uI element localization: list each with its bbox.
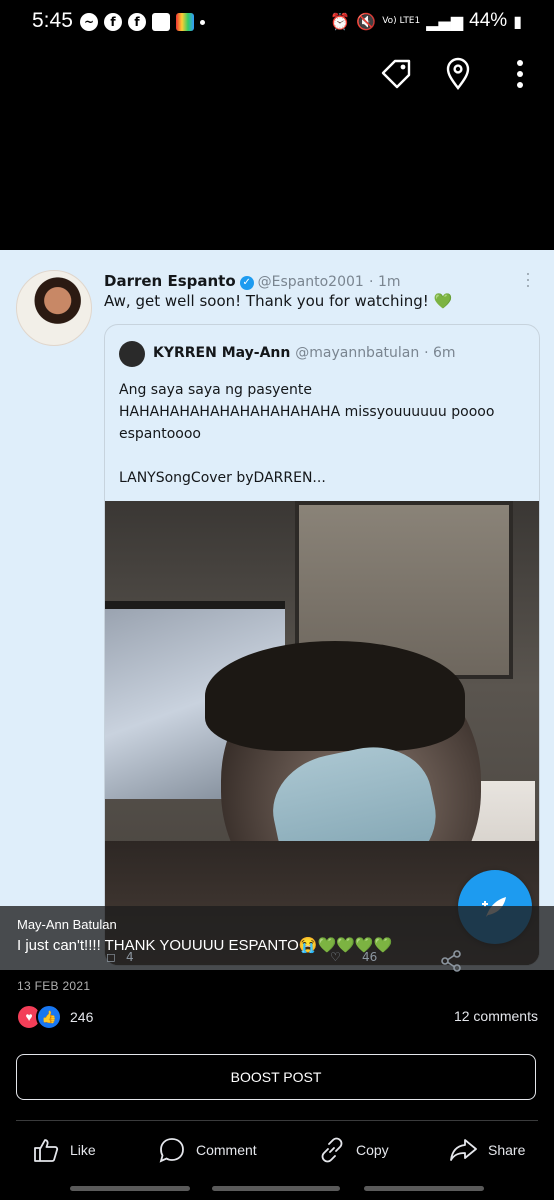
tweet-text-emoji: 💚	[433, 292, 453, 310]
comment-icon	[159, 1138, 184, 1163]
tweet-text: Aw, get well soon! Thank you for watchin…	[104, 292, 452, 310]
nav-handle-center	[212, 1186, 340, 1191]
copy-link-icon	[321, 1137, 343, 1163]
tweet-handle: @Espanto2001	[257, 274, 364, 290]
tweet-more-icon: · · ·	[525, 263, 531, 295]
battery-icon: ▮	[513, 11, 522, 31]
quote-header: KYRREN May-Ann @mayannbatulan · 6m	[153, 345, 456, 361]
location-icon[interactable]	[440, 56, 476, 92]
more-notifications-dot	[200, 19, 205, 25]
tweet-text-body: Aw, get well soon! Thank you for watchin…	[104, 292, 434, 310]
quote-handle: @mayannbatulan	[295, 345, 420, 361]
avatar	[16, 270, 92, 346]
share-label: Share	[488, 1142, 526, 1158]
quote-age: · 6m	[424, 345, 456, 361]
quoted-tweet: KYRREN May-Ann @mayannbatulan · 6m Ang s…	[104, 324, 540, 966]
comment-label: Comment	[196, 1142, 257, 1158]
post-caption: I just can't!!!! THANK YOUUUU ESPANTO😭💚💚…	[17, 937, 393, 954]
comment-button[interactable]: Comment	[158, 1134, 257, 1166]
quote-text: Ang saya saya ng pasyente HAHAHAHAHAHAHA…	[119, 382, 495, 486]
boost-post-button[interactable]: BOOST POST	[16, 1054, 536, 1100]
share-button[interactable]: Share	[448, 1134, 525, 1166]
system-icons: ⏰ 🔇 Vo) LTE1 ▂▄▆ 44% ▮	[330, 10, 522, 32]
notification-icons: ~ f f	[80, 12, 205, 32]
alarm-icon: ⏰	[330, 11, 351, 31]
status-bar: 5:45 ~ f f ⏰ 🔇 Vo) LTE1 ▂▄▆ 44% ▮	[0, 0, 554, 44]
copy-button[interactable]: Copy	[318, 1134, 389, 1166]
quote-avatar	[119, 341, 145, 367]
tweet-screenshot[interactable]: Darren Espanto ✓ @Espanto2001 · 1m · · · Aw,…	[0, 250, 554, 970]
status-time: 5:45	[32, 9, 73, 32]
share-icon	[450, 1139, 477, 1161]
divider	[16, 1120, 538, 1121]
app-icon	[176, 13, 194, 31]
nav-handle-right	[364, 1186, 484, 1191]
shopping-icon	[152, 13, 170, 31]
nav-handle-left	[70, 1186, 190, 1191]
facebook-icon: f	[104, 13, 122, 31]
copy-label: Copy	[356, 1142, 389, 1158]
tweet-age: · 1m	[369, 274, 401, 290]
reactions-count: 246	[70, 1009, 94, 1025]
like-reaction-icon: 👍	[36, 1004, 62, 1030]
battery-percent: 44%	[469, 10, 508, 31]
like-label: Like	[70, 1142, 96, 1158]
messenger-icon: ~	[80, 13, 98, 31]
comments-count[interactable]: 12 comments	[454, 1008, 538, 1024]
tweet-author: Darren Espanto	[104, 272, 236, 290]
signal-icon: ▂▄▆	[426, 11, 464, 31]
reactions[interactable]: ♥ 👍 246	[16, 1004, 93, 1030]
mute-icon: 🔇	[356, 11, 377, 31]
facebook-icon: f	[128, 13, 146, 31]
like-button[interactable]: Like	[32, 1134, 96, 1166]
more-vertical-icon[interactable]	[502, 56, 538, 92]
post-author[interactable]: May-Ann Batulan	[17, 917, 117, 932]
tag-icon[interactable]	[378, 56, 414, 92]
ghost-share-icon	[440, 950, 462, 975]
quote-author: KYRREN May-Ann	[153, 345, 291, 361]
like-icon	[34, 1139, 59, 1162]
post-date: 13 FEB 2021	[17, 979, 91, 993]
verified-icon: ✓	[239, 276, 254, 290]
network-label: Vo) LTE1	[382, 15, 421, 26]
tweet-header: Darren Espanto ✓ @Espanto2001 · 1m	[104, 272, 401, 290]
video-hair	[205, 641, 465, 751]
